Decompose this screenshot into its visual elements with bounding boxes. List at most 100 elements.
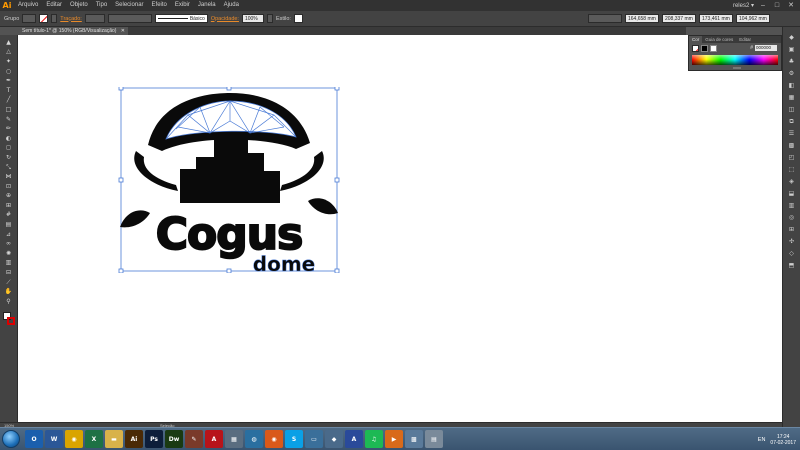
menu-item[interactable]: Exibir [171, 0, 194, 11]
dock-panel-icon[interactable]: ◰ [786, 153, 798, 163]
dock-panel-icon[interactable]: ⬒ [786, 261, 798, 271]
white-swatch[interactable] [710, 45, 717, 52]
mesh-tool-icon[interactable]: # [2, 211, 16, 221]
dock-panel-icon[interactable]: ⧉ [786, 117, 798, 127]
close-button[interactable]: ✕ [786, 1, 796, 10]
width-tool-icon[interactable]: ⋈ [2, 172, 16, 182]
taskbar-notepad-icon[interactable]: ▤ [425, 430, 443, 448]
dock-panel-icon[interactable]: ◆ [786, 33, 798, 43]
artboard-tool-icon[interactable]: ⊟ [2, 268, 16, 278]
dock-panel-icon[interactable]: ⬚ [786, 165, 798, 175]
column-graph-tool-icon[interactable]: ▥ [2, 259, 16, 269]
stroke-dropdown-arrow[interactable] [51, 14, 58, 23]
taskbar-firefox-icon[interactable]: ◉ [265, 430, 283, 448]
color-panel-tab[interactable]: Editar [736, 36, 754, 43]
opacity-label[interactable]: Opacidade: [211, 16, 239, 22]
selection-tool-icon[interactable]: ▲ [2, 38, 16, 48]
clock[interactable]: 17:24 07-02-2017 [770, 434, 796, 446]
rotate-tool-icon[interactable]: ↻ [2, 153, 16, 163]
taskbar-spotify-icon[interactable]: ♫ [365, 430, 383, 448]
dock-panel-icon[interactable]: ▣ [786, 45, 798, 55]
document-tab[interactable]: Sem título-1* @ 150% (RGB/Visualização) … [18, 27, 128, 35]
close-document-icon[interactable]: ✕ [121, 27, 125, 35]
taskbar-app-generic-icon[interactable]: ◆ [325, 430, 343, 448]
height-field[interactable]: 104,962 mm [736, 14, 770, 23]
minimize-button[interactable]: – [758, 1, 768, 10]
eyedropper-tool-icon[interactable]: ⊿ [2, 230, 16, 240]
taskbar-excel-icon[interactable]: X [85, 430, 103, 448]
free-transform-tool-icon[interactable]: ⊡ [2, 182, 16, 192]
lasso-tool-icon[interactable]: ○ [2, 67, 16, 77]
paintbrush-tool-icon[interactable]: ✎ [2, 115, 16, 125]
dock-panel-icon[interactable]: ◎ [786, 213, 798, 223]
blob-brush-tool-icon[interactable]: ◐ [2, 134, 16, 144]
pencil-tool-icon[interactable]: ✏ [2, 124, 16, 134]
shape-builder-tool-icon[interactable]: ⊕ [2, 192, 16, 202]
dock-panel-icon[interactable]: ◫ [786, 105, 798, 115]
dock-panel-icon[interactable]: ⬓ [786, 189, 798, 199]
taskbar-chrome-icon[interactable]: ◉ [65, 430, 83, 448]
menu-item[interactable]: Editar [42, 0, 66, 11]
stroke-swatch[interactable] [6, 316, 15, 325]
opacity-dropdown-arrow[interactable] [266, 14, 273, 23]
taskbar-media-player-icon[interactable]: ▶ [385, 430, 403, 448]
hex-input[interactable]: 000000 [755, 45, 777, 51]
dock-panel-icon[interactable]: ▦ [786, 93, 798, 103]
panel-resize-grip[interactable] [733, 67, 741, 69]
color-panel-tab[interactable]: Cor [689, 36, 703, 43]
hand-tool-icon[interactable]: ✋ [2, 287, 16, 297]
dock-panel-icon[interactable]: ◇ [786, 249, 798, 259]
stroke-weight-field[interactable] [84, 14, 105, 23]
taskbar-illustrator-icon[interactable]: Ai [125, 430, 143, 448]
taskbar-paint-tool-icon[interactable]: ✎ [185, 430, 203, 448]
taskbar-photos-icon[interactable]: ▩ [405, 430, 423, 448]
opacity-field[interactable]: 100% [241, 14, 264, 23]
none-color-swatch[interactable] [692, 45, 699, 52]
taskbar-screen-tool-icon[interactable]: ▭ [305, 430, 323, 448]
menu-item[interactable]: Ajuda [220, 0, 243, 11]
dock-panel-icon[interactable]: ▥ [786, 201, 798, 211]
direct-selection-tool-icon[interactable]: △ [2, 48, 16, 58]
taskbar-acrobat-icon[interactable]: A [205, 430, 223, 448]
taskbar-outlook-icon[interactable]: O [25, 430, 43, 448]
y-field[interactable]: 208,337 mm [662, 14, 696, 23]
taskbar-inkscape-icon[interactable]: A [345, 430, 363, 448]
x-field[interactable]: 164,658 mm [625, 14, 659, 23]
menu-item[interactable]: Arquivo [14, 0, 42, 11]
menu-item[interactable]: Janela [194, 0, 220, 11]
taskbar-dreamweaver-icon[interactable]: Dw [165, 430, 183, 448]
canvas[interactable]: Cogus dome [18, 35, 782, 422]
taskbar-network-icon[interactable]: ◍ [245, 430, 263, 448]
menu-item[interactable]: Selecionar [111, 0, 147, 11]
start-button[interactable] [2, 430, 20, 448]
language-indicator[interactable]: EN [758, 437, 766, 443]
taskbar-skype-icon[interactable]: S [285, 430, 303, 448]
black-swatch[interactable] [701, 45, 708, 52]
taskbar-photoshop-icon[interactable]: Ps [145, 430, 163, 448]
variable-width-field[interactable] [107, 14, 152, 23]
pen-tool-icon[interactable]: ✒ [2, 76, 16, 86]
taskbar-file-explorer-icon[interactable]: ▬ [105, 430, 123, 448]
align-controls[interactable] [588, 14, 622, 23]
stroke-none-swatch[interactable] [39, 14, 49, 23]
color-spectrum[interactable] [692, 55, 778, 65]
scale-tool-icon[interactable]: ⤡ [2, 163, 16, 173]
cogus-dome-logo[interactable]: Cogus dome [118, 87, 340, 273]
fill-color-dropdown[interactable] [22, 14, 37, 23]
taskbar-word-icon[interactable]: W [45, 430, 63, 448]
gradient-tool-icon[interactable]: ▤ [2, 220, 16, 230]
brush-definition-field[interactable]: Básico [154, 14, 208, 23]
dock-panel-icon[interactable]: ✣ [786, 237, 798, 247]
maximize-button[interactable]: □ [772, 1, 782, 10]
dock-panel-icon[interactable]: ◈ [786, 177, 798, 187]
menu-item[interactable]: Tipo [92, 0, 111, 11]
zoom-tool-icon[interactable]: ⚲ [2, 297, 16, 307]
blend-tool-icon[interactable]: ∞ [2, 239, 16, 249]
menu-item[interactable]: Objeto [66, 0, 92, 11]
perspective-grid-tool-icon[interactable]: ⊞ [2, 201, 16, 211]
menu-item[interactable]: Efeito [148, 0, 171, 11]
type-tool-icon[interactable]: T [2, 86, 16, 96]
rectangle-tool-icon[interactable]: □ [2, 105, 16, 115]
slice-tool-icon[interactable]: ⟋ [2, 278, 16, 288]
dock-panel-icon[interactable]: ☰ [786, 129, 798, 139]
